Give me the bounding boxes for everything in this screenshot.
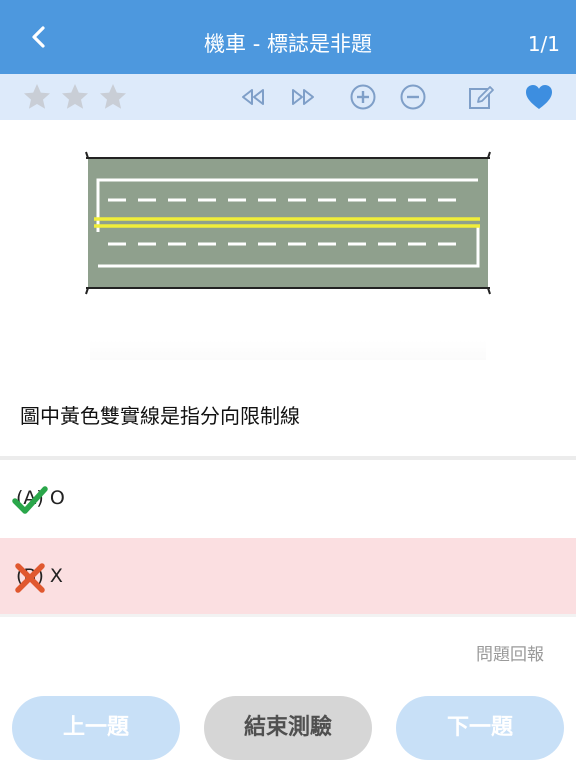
heart-icon[interactable] <box>524 82 554 112</box>
check-icon <box>12 482 48 518</box>
option-b[interactable]: (B) X <box>0 538 576 614</box>
previous-question-button[interactable]: 上一題 <box>12 696 180 760</box>
star-icon[interactable] <box>22 82 52 112</box>
edit-icon[interactable] <box>466 82 496 112</box>
navigation-bar: 機車 - 標誌是非題 1/1 <box>0 0 576 74</box>
zoom-in-icon[interactable] <box>348 82 378 112</box>
option-a[interactable]: (A) O <box>0 460 576 536</box>
rewind-icon[interactable] <box>238 82 268 112</box>
zoom-out-icon[interactable] <box>398 82 428 112</box>
question-text: 圖中黃色雙實線是指分向限制線 <box>20 404 300 428</box>
report-problem-link[interactable]: 問題回報 <box>476 640 544 665</box>
star-icon[interactable] <box>60 82 90 112</box>
road-marking-illustration <box>85 151 491 295</box>
fast-forward-icon[interactable] <box>288 82 318 112</box>
question-counter: 1/1 <box>527 32 560 56</box>
cross-icon <box>12 560 48 596</box>
page-title: 機車 - 標誌是非題 <box>204 32 372 56</box>
toolbar <box>0 74 576 120</box>
divider <box>0 614 576 617</box>
illustration-shadow <box>90 340 486 360</box>
next-question-button[interactable]: 下一題 <box>396 696 564 760</box>
end-test-button[interactable]: 結束測驗 <box>204 696 372 760</box>
star-icon[interactable] <box>98 82 128 112</box>
